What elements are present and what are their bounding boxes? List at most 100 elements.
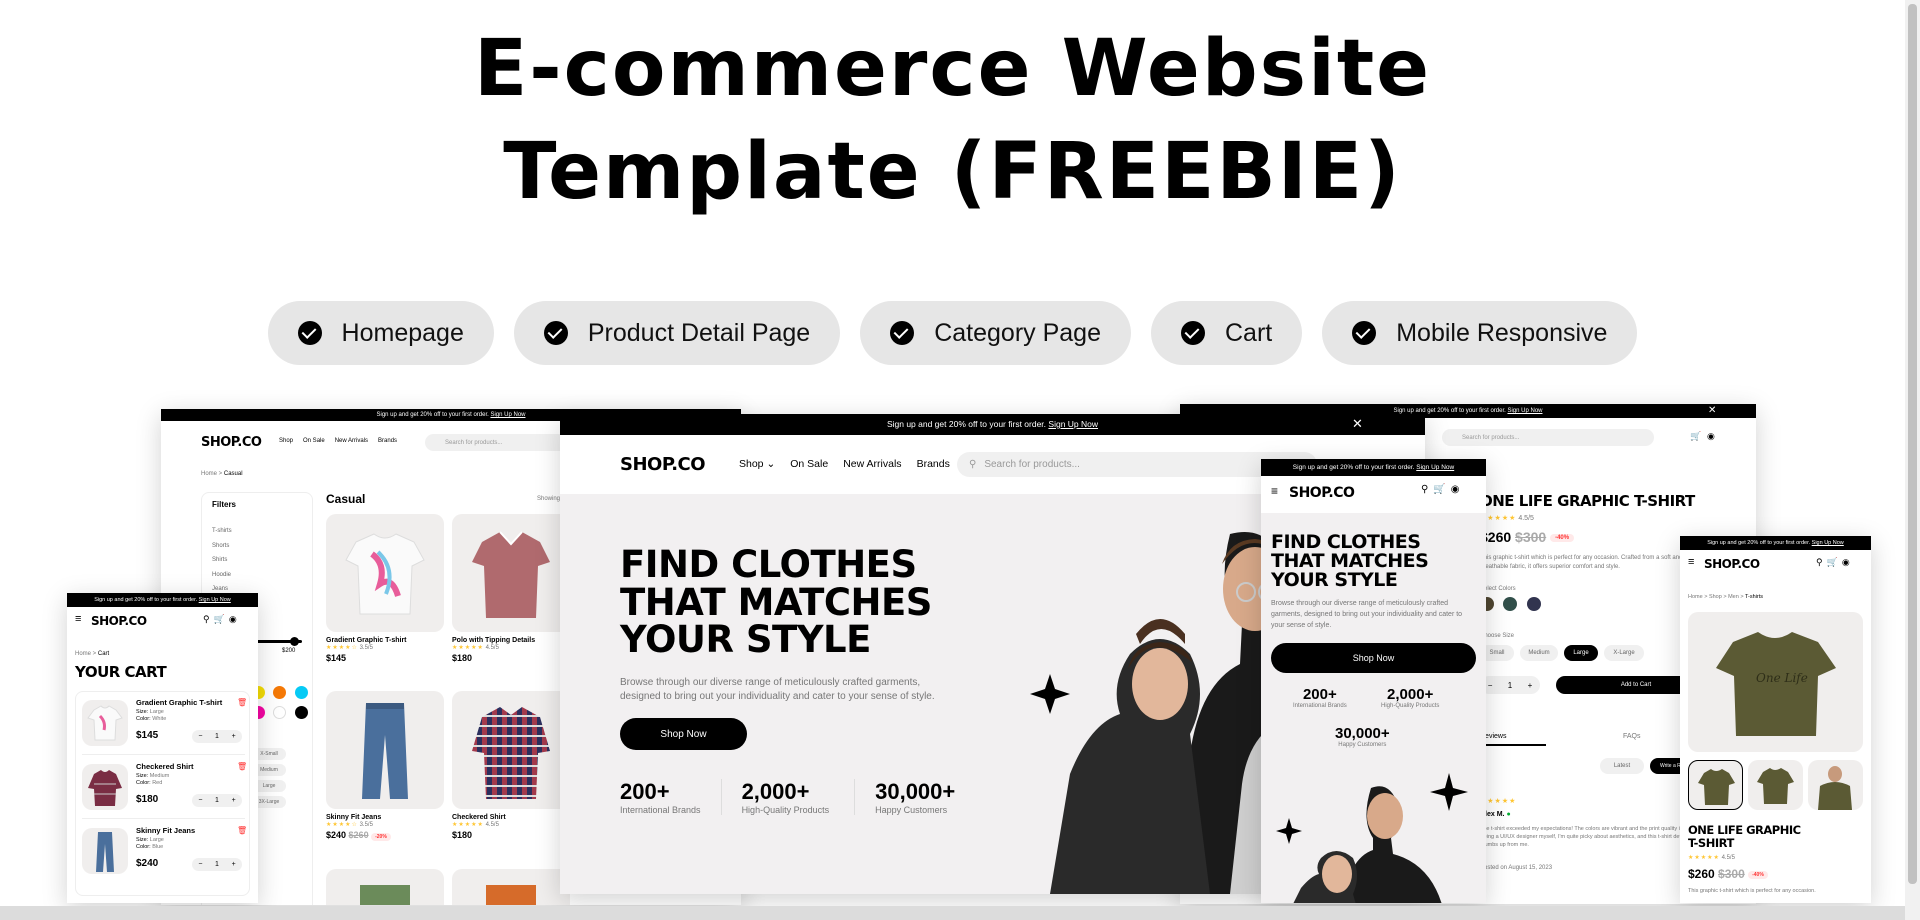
product-thumb[interactable]: [1808, 760, 1863, 810]
check-circle-icon: [543, 321, 568, 345]
account-icon[interactable]: ◉: [1707, 431, 1715, 442]
delete-icon[interactable]: 🗑: [237, 826, 247, 835]
color-swatch[interactable]: [294, 706, 308, 719]
filter-item[interactable]: T-shirts: [212, 524, 232, 539]
search-input[interactable]: Search for products...: [1442, 429, 1654, 446]
nav-shop[interactable]: Shop ⌄: [739, 458, 775, 470]
quantity-stepper[interactable]: −1 +: [192, 794, 242, 807]
delete-icon[interactable]: 🗑: [237, 698, 247, 707]
menu-icon[interactable]: ≡: [1688, 556, 1694, 568]
quantity-stepper[interactable]: −1 +: [192, 858, 242, 871]
nav-new-arrivals[interactable]: New Arrivals: [843, 458, 901, 470]
horizontal-scrollbar[interactable]: [0, 906, 1905, 920]
signup-link[interactable]: Sign Up Now: [490, 412, 525, 418]
menu-icon[interactable]: ≡: [75, 613, 81, 625]
stat: 200+ International Brands: [1293, 686, 1347, 709]
hero-models-image: [1276, 773, 1468, 903]
search-icon[interactable]: ⚲: [1421, 484, 1428, 495]
account-icon[interactable]: ◉: [1842, 557, 1850, 568]
product-thumb[interactable]: [1748, 760, 1803, 810]
rating-stars: ★★★★☆: [326, 645, 358, 651]
polo-shirt-image: [472, 531, 550, 618]
delete-icon[interactable]: 🗑: [237, 762, 247, 771]
size-chip[interactable]: Medium: [1520, 645, 1558, 661]
filter-item[interactable]: Hoodie: [212, 568, 232, 583]
search-icon[interactable]: ⚲: [1816, 557, 1823, 568]
logo[interactable]: SHOP.CO: [91, 614, 147, 628]
product-image[interactable]: [452, 691, 570, 809]
category-heading: Casual: [326, 492, 366, 506]
color-swatch[interactable]: [1526, 597, 1541, 611]
nav-on-sale[interactable]: On Sale: [790, 458, 828, 470]
quantity-stepper[interactable]: −1 +: [192, 730, 242, 743]
rating-stars: ★★★★☆: [326, 822, 358, 828]
check-circle-icon: [1181, 321, 1205, 345]
quantity-stepper[interactable]: −1 +: [1480, 676, 1540, 694]
page-title-line-1: E-commerce Website: [473, 24, 1432, 114]
close-icon[interactable]: ✕: [1352, 416, 1363, 432]
filter-item[interactable]: Shorts: [212, 539, 232, 554]
mobile-detail-preview: Sign up and get 20% off to your first or…: [1680, 536, 1871, 903]
logo[interactable]: SHOP.CO: [201, 435, 262, 450]
account-icon[interactable]: ◉: [229, 614, 237, 625]
tab-faqs[interactable]: FAQs: [1623, 733, 1641, 740]
nav-new-arrivals[interactable]: New Arrivals: [335, 438, 368, 444]
nav-brands[interactable]: Brands: [378, 438, 397, 444]
size-chip[interactable]: X-Large: [1604, 645, 1644, 661]
product-image[interactable]: [452, 514, 570, 632]
search-icon[interactable]: ⚲: [203, 614, 210, 625]
product-image[interactable]: [326, 691, 444, 809]
product-image[interactable]: [326, 514, 444, 632]
nav-on-sale[interactable]: On Sale: [303, 438, 325, 444]
tshirt-image: One Life: [1716, 632, 1836, 736]
color-swatch[interactable]: [294, 686, 308, 699]
main-nav: Shop ⌄ On Sale New Arrivals Brands: [739, 458, 950, 470]
check-circle-icon: [1352, 321, 1377, 345]
product-image[interactable]: [452, 869, 570, 905]
sort-dropdown[interactable]: Latest: [1600, 758, 1644, 774]
close-icon[interactable]: ✕: [1708, 405, 1716, 416]
cart-icon[interactable]: 🛒: [1827, 557, 1838, 568]
logo[interactable]: SHOP.CO: [620, 454, 706, 475]
product-card[interactable]: Gradient Graphic T-shirt ★★★★☆ 3.5/5 $14…: [326, 514, 444, 663]
logo[interactable]: SHOP.CO: [1704, 557, 1760, 571]
size-chip-selected[interactable]: Large: [1564, 645, 1598, 661]
feature-pill-cart: Cart: [1151, 301, 1303, 365]
shop-now-button[interactable]: Shop Now: [1271, 643, 1476, 673]
color-swatch[interactable]: [273, 686, 287, 699]
nav-brands[interactable]: Brands: [917, 458, 950, 470]
product-card[interactable]: Checkered Shirt ★★★★★ 4.5/5 $180: [452, 691, 570, 840]
product-title: ONE LIFE GRAPHIC T-SHIRT: [1688, 823, 1801, 850]
vertical-scrollbar[interactable]: [1905, 0, 1920, 920]
product-image[interactable]: [82, 828, 128, 874]
cart-icon[interactable]: 🛒: [214, 614, 225, 625]
checkered-shirt-image: [472, 707, 550, 799]
cart-item: Skinny Fit Jeans Size: Large Color: Blue…: [82, 826, 247, 884]
product-card[interactable]: Polo with Tipping Details ★★★★★ 4.5/5 $1…: [452, 514, 570, 663]
scrollbar-thumb[interactable]: [1908, 4, 1917, 884]
promo-banner: Sign up and get 20% off to your first or…: [1261, 459, 1486, 476]
cart-icon[interactable]: 🛒: [1433, 484, 1445, 495]
product-image[interactable]: [82, 700, 128, 746]
nav-shop[interactable]: Shop: [279, 438, 293, 444]
product-thumb-selected[interactable]: [1688, 760, 1743, 810]
filter-item[interactable]: Shirts: [212, 553, 232, 568]
product-card[interactable]: Skinny Fit Jeans ★★★★☆ 3.5/5 $240 $260 -…: [326, 691, 444, 841]
product-image[interactable]: [82, 764, 128, 810]
price-slider-handle[interactable]: [290, 637, 299, 646]
shop-now-button[interactable]: Shop Now: [620, 718, 747, 750]
cart-icon[interactable]: 🛒: [1690, 431, 1701, 442]
menu-icon[interactable]: ≡: [1271, 484, 1278, 498]
account-icon[interactable]: ◉: [1451, 484, 1460, 495]
page-title-line-2: Template (FREEBIE): [503, 127, 1402, 217]
verified-icon: ●: [1506, 811, 1511, 818]
color-swatch[interactable]: [273, 706, 287, 719]
promo-banner: Sign up and get 20% off to your first or…: [560, 414, 1425, 435]
product-main-image[interactable]: One Life: [1688, 612, 1863, 752]
product-image[interactable]: [326, 869, 444, 905]
breadcrumb: Home > Cart: [75, 651, 110, 657]
signup-link[interactable]: Sign Up Now: [1048, 419, 1098, 429]
hero-subtext: Browse through our diverse range of meti…: [620, 677, 935, 702]
logo[interactable]: SHOP.CO: [1289, 485, 1355, 501]
color-swatch[interactable]: [1503, 597, 1518, 611]
